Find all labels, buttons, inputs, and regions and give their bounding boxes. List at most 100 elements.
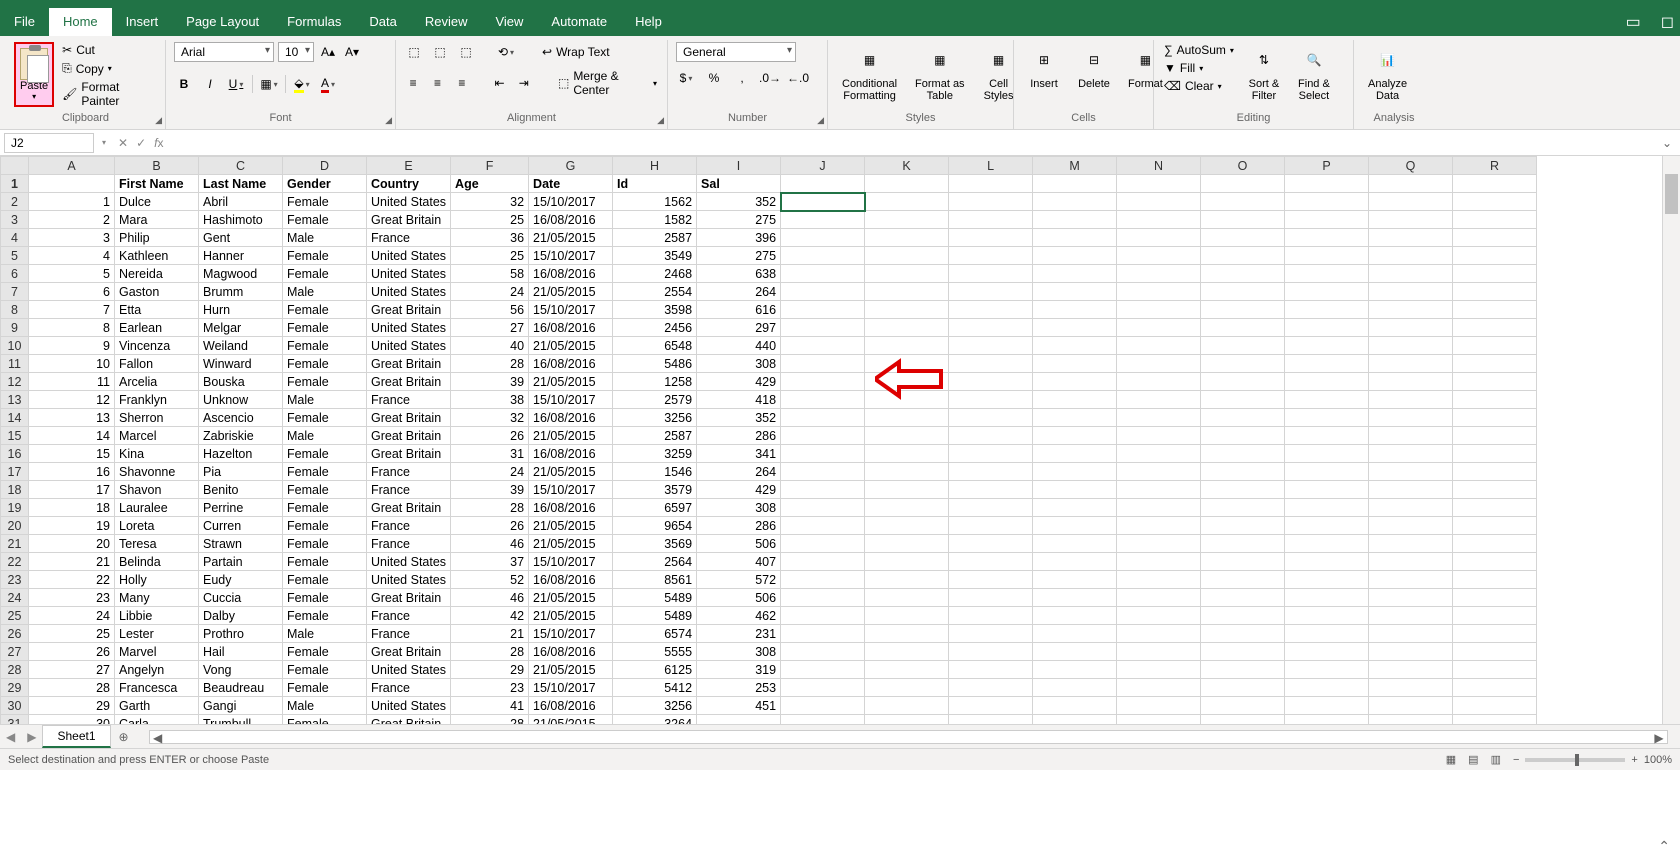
cell[interactable] (781, 679, 865, 697)
cell[interactable]: Brumm (199, 283, 283, 301)
cell[interactable]: United States (367, 571, 451, 589)
cell[interactable]: 26 (29, 643, 115, 661)
cell[interactable] (1201, 589, 1285, 607)
cell[interactable]: 28 (451, 499, 529, 517)
insert-cells-button[interactable]: ⊞Insert (1022, 42, 1066, 92)
cell[interactable] (1117, 427, 1201, 445)
row-header[interactable]: 27 (1, 643, 29, 661)
cell[interactable]: 3579 (613, 481, 697, 499)
cell[interactable]: Gaston (115, 283, 199, 301)
cell[interactable]: Dalby (199, 607, 283, 625)
cell[interactable]: Id (613, 175, 697, 193)
cell[interactable] (1453, 499, 1537, 517)
sheet-nav-prev-icon[interactable]: ◀ (0, 730, 21, 744)
cell[interactable]: 15/10/2017 (529, 481, 613, 499)
cell[interactable] (949, 571, 1033, 589)
cell[interactable]: 5489 (613, 589, 697, 607)
cell[interactable] (1369, 355, 1453, 373)
row-header[interactable]: 30 (1, 697, 29, 715)
cell[interactable]: Trumbull (199, 715, 283, 725)
row-header[interactable]: 16 (1, 445, 29, 463)
cell[interactable] (781, 445, 865, 463)
zoom-level[interactable]: 100% (1644, 754, 1672, 766)
cell[interactable]: 231 (697, 625, 781, 643)
cell[interactable] (865, 229, 949, 247)
cell[interactable] (1201, 553, 1285, 571)
cell[interactable] (1201, 607, 1285, 625)
cell[interactable] (1117, 373, 1201, 391)
cell[interactable]: Earlean (115, 319, 199, 337)
cell[interactable]: Great Britain (367, 427, 451, 445)
cell[interactable]: 506 (697, 535, 781, 553)
cell[interactable]: 5555 (613, 643, 697, 661)
cell[interactable]: 352 (697, 193, 781, 211)
cell[interactable]: 42 (451, 607, 529, 625)
cell[interactable] (1201, 319, 1285, 337)
cell[interactable]: Date (529, 175, 613, 193)
cell[interactable]: 16/08/2016 (529, 571, 613, 589)
cell[interactable]: 16/08/2016 (529, 643, 613, 661)
row-header[interactable]: 17 (1, 463, 29, 481)
cell[interactable] (1453, 175, 1537, 193)
cell[interactable]: Female (283, 373, 367, 391)
cell[interactable]: 3549 (613, 247, 697, 265)
cell[interactable] (949, 499, 1033, 517)
cell[interactable] (697, 715, 781, 725)
cell[interactable] (29, 175, 115, 193)
row-header[interactable]: 20 (1, 517, 29, 535)
cell[interactable] (1453, 697, 1537, 715)
number-format-select[interactable]: General (676, 42, 796, 62)
row-header[interactable]: 24 (1, 589, 29, 607)
cell[interactable]: 6597 (613, 499, 697, 517)
align-right-icon[interactable]: ≡ (453, 73, 471, 93)
cell[interactable] (865, 319, 949, 337)
cell[interactable]: 396 (697, 229, 781, 247)
cell[interactable] (1453, 715, 1537, 725)
cell[interactable]: Female (283, 301, 367, 319)
cell[interactable]: Arcelia (115, 373, 199, 391)
cell[interactable] (865, 589, 949, 607)
cell[interactable] (1369, 283, 1453, 301)
cell[interactable]: First Name (115, 175, 199, 193)
cell[interactable]: United States (367, 283, 451, 301)
cell[interactable]: 18 (29, 499, 115, 517)
cell[interactable]: 21/05/2015 (529, 463, 613, 481)
column-header[interactable]: A (29, 157, 115, 175)
cell[interactable]: France (367, 607, 451, 625)
merge-center-button[interactable]: ⬚Merge & Center ▾ (556, 68, 659, 98)
cell[interactable]: Holly (115, 571, 199, 589)
row-header[interactable]: 26 (1, 625, 29, 643)
cell[interactable] (865, 553, 949, 571)
cell[interactable]: Female (283, 643, 367, 661)
cell[interactable] (1033, 211, 1117, 229)
cell[interactable] (1117, 715, 1201, 725)
cell[interactable]: Hail (199, 643, 283, 661)
cell[interactable] (1369, 625, 1453, 643)
clipboard-dialog-launcher[interactable]: ◢ (155, 115, 162, 126)
cell[interactable] (1453, 553, 1537, 571)
cell[interactable] (1117, 697, 1201, 715)
cell[interactable]: Winward (199, 355, 283, 373)
cell[interactable] (1369, 697, 1453, 715)
cell[interactable] (781, 481, 865, 499)
cell[interactable]: 36 (451, 229, 529, 247)
cell[interactable]: Great Britain (367, 643, 451, 661)
cell[interactable]: 52 (451, 571, 529, 589)
cell[interactable] (1285, 661, 1369, 679)
row-header[interactable]: 28 (1, 661, 29, 679)
cell[interactable] (1369, 409, 1453, 427)
cell[interactable]: United States (367, 661, 451, 679)
cell[interactable]: Dulce (115, 193, 199, 211)
cell[interactable]: 2587 (613, 229, 697, 247)
cell[interactable]: 21/05/2015 (529, 283, 613, 301)
cell[interactable]: 3256 (613, 697, 697, 715)
cell[interactable] (1201, 679, 1285, 697)
row-header[interactable]: 11 (1, 355, 29, 373)
cell[interactable]: 297 (697, 319, 781, 337)
cell[interactable] (1033, 265, 1117, 283)
cell[interactable] (949, 661, 1033, 679)
row-header[interactable]: 7 (1, 283, 29, 301)
column-header[interactable]: Q (1369, 157, 1453, 175)
cell[interactable]: United States (367, 319, 451, 337)
cell[interactable] (781, 535, 865, 553)
